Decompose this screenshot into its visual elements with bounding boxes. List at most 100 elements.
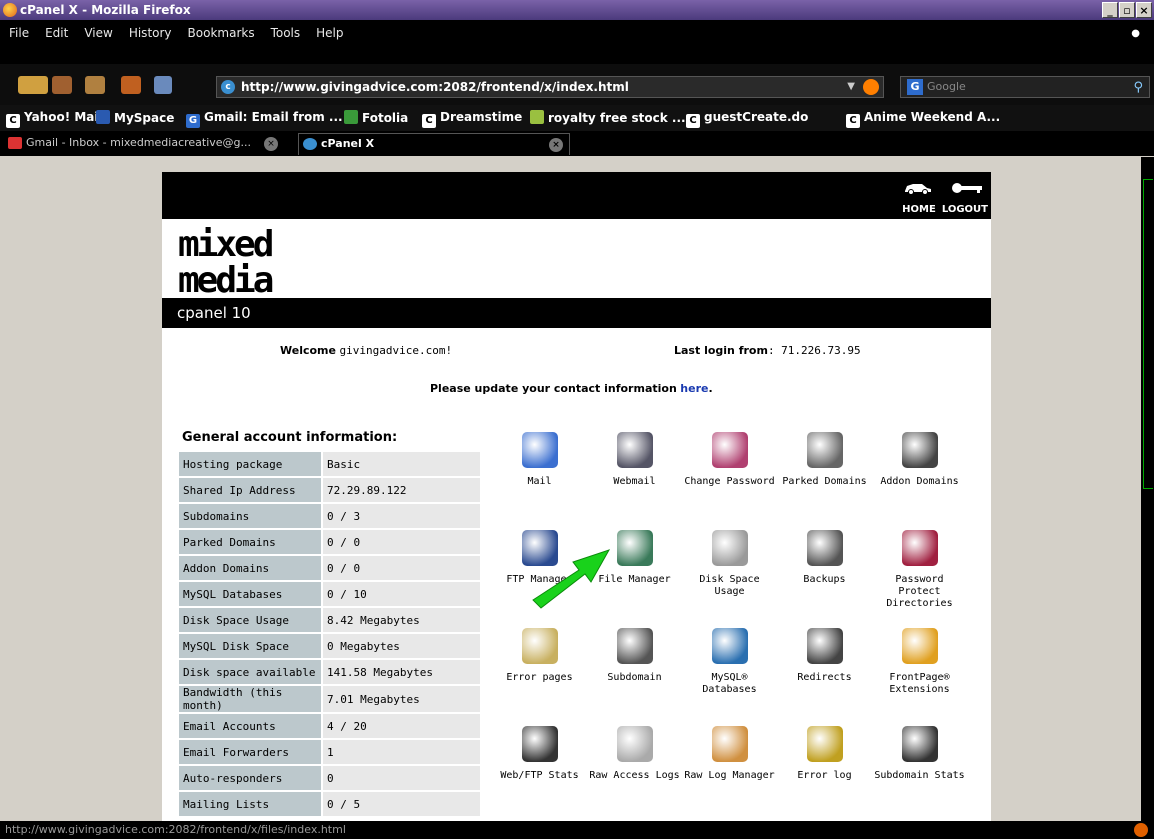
cpanel-item-label[interactable]: Raw Log Manager [682, 770, 777, 782]
error-log-icon[interactable] [806, 726, 843, 762]
cpanel-item-label[interactable]: Redirects [777, 672, 872, 684]
info-key: MySQL Disk Space [179, 634, 321, 658]
cpanel-item-label[interactable]: Subdomain Stats [872, 770, 967, 782]
bookmark-dreamstime[interactable]: C Dreamstime [422, 110, 522, 128]
cpanel-item-frontpage[interactable]: FrontPage® Extensions [872, 628, 967, 696]
cpanel-item-disk-space[interactable]: Disk Space Usage [682, 530, 777, 598]
menu-help[interactable]: Help [316, 26, 343, 40]
bookmark-guestcreate[interactable]: CguestCreate.do [686, 110, 808, 128]
cpanel-item-password-protect[interactable]: Password Protect Directories [872, 530, 967, 610]
url-bar[interactable]: c http://www.givingadvice.com:2082/front… [216, 76, 884, 98]
stop-icon[interactable] [121, 76, 141, 94]
close-button[interactable]: × [1136, 2, 1152, 18]
cpanel-item-web-ftp-stats[interactable]: Web/FTP Stats [492, 726, 587, 782]
home-link[interactable]: HOME [902, 204, 936, 215]
bookmark-royalty-free[interactable]: royalty free stock ... [530, 110, 686, 125]
info-row: Disk space available 141.58 Megabytes [179, 660, 480, 684]
backups-icon[interactable] [806, 530, 843, 566]
bookmark-myspace[interactable]: MySpace [96, 110, 174, 125]
cpanel-item-raw-log-manager[interactable]: Raw Log Manager [682, 726, 777, 782]
subdomain-icon[interactable] [616, 628, 653, 664]
subdomain-stats-icon[interactable] [901, 726, 938, 762]
disk-space-icon[interactable] [711, 530, 748, 566]
change-password-icon[interactable] [711, 432, 748, 468]
cpanel-item-label[interactable]: Error pages [492, 672, 587, 684]
bookmark-fotolia[interactable]: Fotolia [344, 110, 408, 125]
close-tab-icon[interactable]: × [549, 138, 563, 152]
info-row: MySQL Disk Space 0 Megabytes [179, 634, 480, 658]
key-icon[interactable] [951, 181, 983, 195]
forward-icon[interactable] [52, 76, 72, 94]
raw-log-manager-icon[interactable] [711, 726, 748, 762]
cpanel-item-label[interactable]: Change Password [682, 476, 777, 488]
mail-icon[interactable] [521, 432, 558, 468]
addon-domains-icon[interactable] [901, 432, 938, 468]
home-icon[interactable] [154, 76, 172, 94]
search-box[interactable]: G Google ⚲ [900, 76, 1150, 98]
google-icon: G [907, 79, 923, 95]
cpanel-item-label[interactable]: Webmail [587, 476, 682, 488]
cpanel-item-error-log[interactable]: Error log [777, 726, 872, 782]
back-icon[interactable] [18, 76, 48, 94]
menu-edit[interactable]: Edit [45, 26, 68, 40]
maximize-button[interactable]: ▫ [1119, 2, 1135, 18]
cpanel-item-change-password[interactable]: Change Password [682, 432, 777, 488]
cpanel-item-backups[interactable]: Backups [777, 530, 872, 586]
menu-view[interactable]: View [84, 26, 112, 40]
cpanel-item-redirects[interactable]: Redirects [777, 628, 872, 684]
raw-access-logs-icon[interactable] [616, 726, 653, 762]
account-info-table: Hosting package Basic Shared Ip Address 72.… [177, 450, 482, 818]
error-pages-icon[interactable] [521, 628, 558, 664]
reload-icon[interactable] [85, 76, 105, 94]
cpanel-item-label[interactable]: Password Protect Directories [872, 574, 967, 610]
update-here-link[interactable]: here [680, 382, 708, 395]
vertical-scrollbar[interactable] [1141, 157, 1154, 821]
cpanel-item-label[interactable]: FrontPage® Extensions [872, 672, 967, 696]
search-icon[interactable]: ⚲ [1133, 78, 1143, 98]
cpanel-item-label[interactable]: Mail [492, 476, 587, 488]
parked-domains-icon[interactable] [806, 432, 843, 468]
bookmark-gmail[interactable]: G Gmail: Email from ... [186, 110, 343, 128]
cpanel-item-label[interactable]: MySQL® Databases [682, 672, 777, 696]
cpanel-item-label[interactable]: Addon Domains [872, 476, 967, 488]
go-icon[interactable] [863, 79, 879, 95]
cpanel-item-addon-domains[interactable]: Addon Domains [872, 432, 967, 488]
cpanel-item-label[interactable]: Parked Domains [777, 476, 872, 488]
cpanel-item-subdomain[interactable]: Subdomain [587, 628, 682, 684]
bookmark-yahoo-mail[interactable]: C Yahoo! Mail [6, 110, 103, 128]
cpanel-item-parked-domains[interactable]: Parked Domains [777, 432, 872, 488]
car-icon[interactable] [903, 181, 933, 195]
bookmark-anime-weekend[interactable]: C Anime Weekend A... [846, 110, 1000, 128]
cpanel-item-webmail[interactable]: Webmail [587, 432, 682, 488]
cpanel-item-label[interactable]: Disk Space Usage [682, 574, 777, 598]
cpanel-item-label[interactable]: Raw Access Logs [587, 770, 682, 782]
tab-gmail[interactable]: Gmail - Inbox - mixedmediacreative@g... … [4, 133, 284, 155]
minimize-button[interactable]: _ [1102, 2, 1118, 18]
menu-tools[interactable]: Tools [271, 26, 301, 40]
mysql-icon[interactable] [711, 628, 748, 664]
tab-cpanel[interactable]: cPanel X × [298, 133, 570, 155]
frontpage-icon[interactable] [901, 628, 938, 664]
url-dropdown-icon[interactable]: ▼ [847, 77, 855, 97]
cpanel-item-mysql[interactable]: MySQL® Databases [682, 628, 777, 696]
cpanel-item-subdomain-stats[interactable]: Subdomain Stats [872, 726, 967, 782]
file-manager-icon[interactable] [616, 530, 653, 566]
redirects-icon[interactable] [806, 628, 843, 664]
menu-bookmarks[interactable]: Bookmarks [188, 26, 255, 40]
cpanel-item-mail[interactable]: Mail [492, 432, 587, 488]
webmail-icon[interactable] [616, 432, 653, 468]
cpanel-item-error-pages[interactable]: Error pages [492, 628, 587, 684]
password-protect-icon[interactable] [901, 530, 938, 566]
cpanel-item-label[interactable]: Web/FTP Stats [492, 770, 587, 782]
cpanel-item-raw-access-logs[interactable]: Raw Access Logs [587, 726, 682, 782]
addon-smiley-icon[interactable] [1134, 823, 1148, 837]
logout-link[interactable]: LOGOUT [942, 204, 988, 215]
menu-history[interactable]: History [129, 26, 172, 40]
web-ftp-stats-icon[interactable] [521, 726, 558, 762]
close-tab-icon[interactable]: × [264, 137, 278, 151]
scrollbar-thumb[interactable] [1143, 179, 1153, 489]
menu-file[interactable]: File [9, 26, 29, 40]
cpanel-item-label[interactable]: Subdomain [587, 672, 682, 684]
cpanel-item-label[interactable]: Error log [777, 770, 872, 782]
cpanel-item-label[interactable]: Backups [777, 574, 872, 586]
